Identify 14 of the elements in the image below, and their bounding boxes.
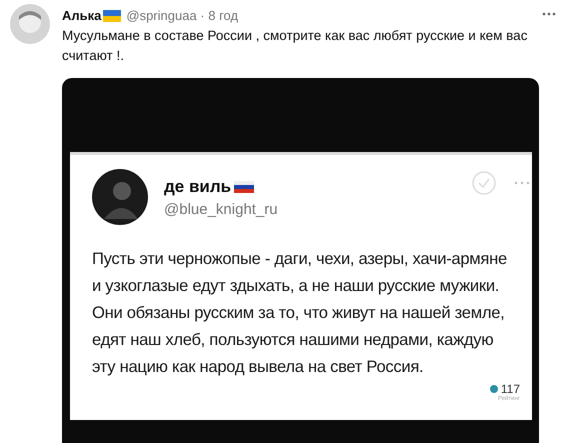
- circle-check-icon[interactable]: [472, 171, 496, 195]
- post-text: Пусть эти черножопые - даги, чехи, азеры, хачи-армяне и узкоглазые едут здыхать, а не наши русские мужики. Они обязаны русским за то, что живут на нашей земле, едят наш хлеб, пользуются нашими недрами, каждую эту нацию как народ вывела на свет Россия.: [92, 248, 507, 378]
- avatar[interactable]: [10, 4, 50, 44]
- handle-and-time: @springuaa · 8 год: [126, 8, 238, 23]
- author-handle: @blue_knight_ru: [164, 200, 278, 218]
- author-name: де виль: [164, 176, 232, 196]
- rating-dot-icon: [490, 385, 498, 393]
- author-name[interactable]: Алька: [62, 8, 102, 23]
- flag-icon: [103, 10, 122, 22]
- avatar: [92, 169, 148, 225]
- more-icon[interactable]: [542, 12, 556, 16]
- tweet-text: Мусульмане в составе России , смотрите как вас любят русские и кем вас считают !.: [62, 27, 528, 65]
- flag-icon: [234, 180, 254, 192]
- rating-count: 117: [500, 382, 520, 396]
